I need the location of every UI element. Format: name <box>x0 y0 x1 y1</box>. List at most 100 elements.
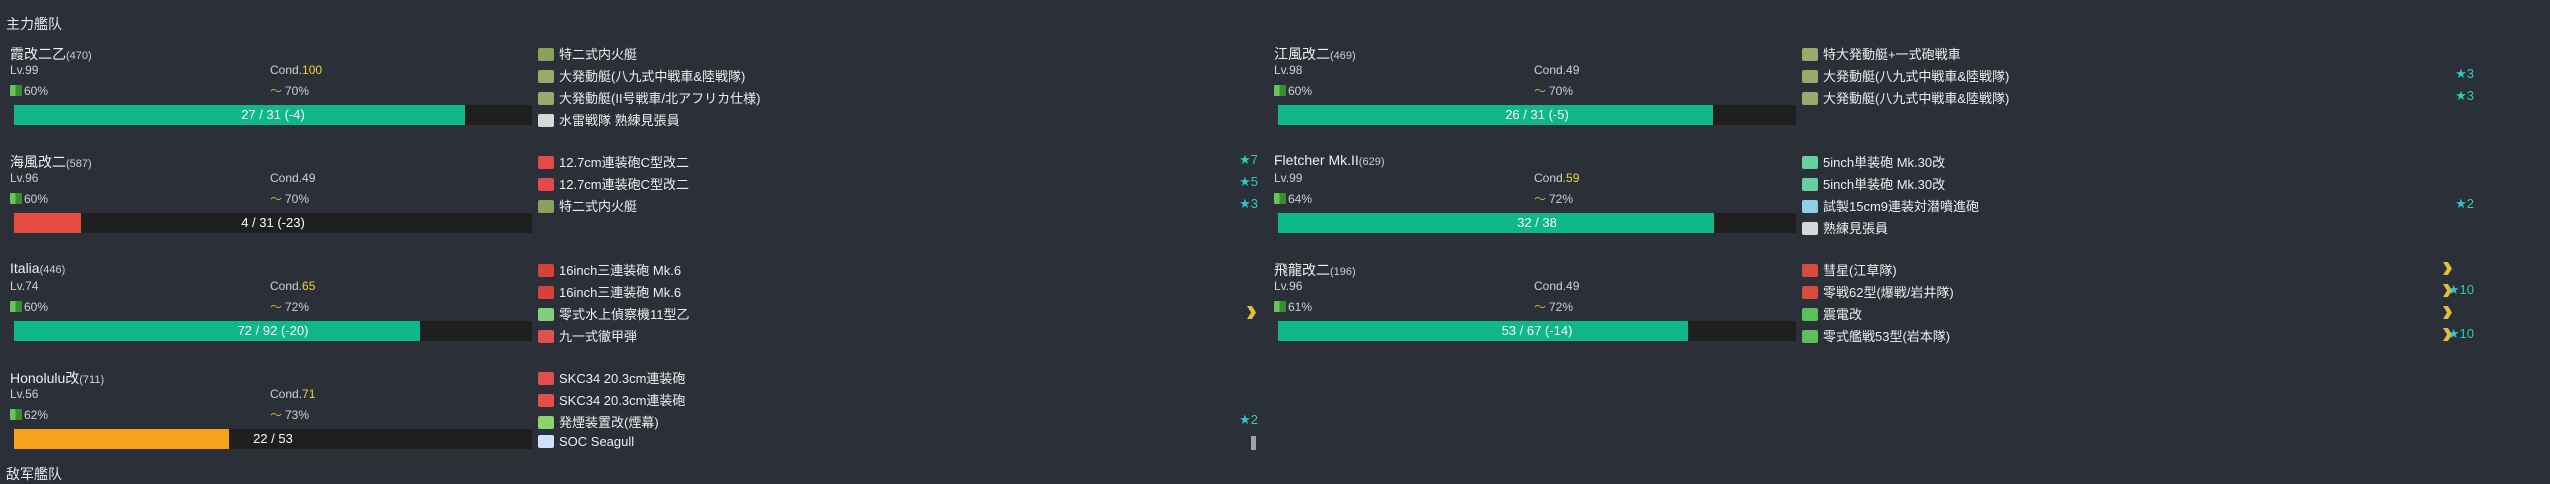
mid-gun-icon <box>538 394 554 407</box>
landing-craft-icon <box>1802 48 1818 61</box>
hp-bar: 26 / 31 (-5) <box>1278 105 1796 125</box>
ammo-icon: 〜 <box>270 300 283 314</box>
ship-level: Lv.96 <box>10 171 39 185</box>
smoke-icon <box>538 416 554 429</box>
ship-fuel: 60% <box>10 192 48 206</box>
equipment-slot[interactable]: 5inch単装砲 Mk.30改 <box>1802 174 2522 194</box>
equipment-slot[interactable]: 特大発動艇+一式砲戦車 <box>1802 44 2522 64</box>
ap-shell-icon <box>538 330 554 343</box>
landing-craft-icon <box>1802 70 1818 83</box>
ship-ammo: 〜 72% <box>270 300 310 314</box>
landing-craft-icon <box>1802 92 1818 105</box>
fighter-bomber-icon <box>1802 286 1818 299</box>
ship-ammo: 〜 72% <box>1534 300 1574 314</box>
ship-name[interactable]: 海風改二(587) <box>10 152 92 172</box>
proficiency-icon <box>2443 306 2452 319</box>
hp-bar: 4 / 31 (-23) <box>14 213 532 233</box>
dive-bomber-icon <box>1802 264 1818 277</box>
ship-fuel: 64% <box>1274 192 1312 206</box>
main-fleet-title: 主力艦队 <box>6 16 62 32</box>
ship-name[interactable]: Italia(446) <box>10 260 65 276</box>
equipment-slot[interactable]: SOC Seagull <box>538 434 1258 454</box>
hp-bar: 72 / 92 (-20) <box>14 321 532 341</box>
equipment-slot[interactable]: 特二式内火艇 ★3 <box>538 196 1258 216</box>
ship-name[interactable]: Honolulu改(711) <box>10 368 104 388</box>
ship-condition: Cond.49 <box>1534 279 1580 293</box>
equipment-slot[interactable]: 震電改 <box>1802 304 2522 324</box>
enemy-fleet-title: 敌军艦队 <box>6 466 62 482</box>
equipment-slot[interactable]: 試製15cm9連装対潜噴進砲 ★2 <box>1802 196 2522 216</box>
hp-bar: 32 / 38 <box>1278 213 1796 233</box>
hp-bar: 53 / 67 (-14) <box>1278 321 1796 341</box>
ship-name[interactable]: Fletcher Mk.II(629) <box>1274 152 1384 168</box>
tank-icon <box>538 200 554 213</box>
equipment-slot[interactable]: 水雷戦隊 熟練見張員 <box>538 110 1258 130</box>
equipment-slot[interactable]: 熟練見張員 <box>1802 218 2522 238</box>
seaplane-icon <box>538 308 554 321</box>
ammo-icon: 〜 <box>270 408 283 422</box>
ship-card: 飛龍改二(196) Lv.96 Cond.49 61% 〜 72% 53 / 67… <box>1264 260 2524 360</box>
fighter-icon <box>1802 308 1818 321</box>
slot-bar <box>1251 436 1256 450</box>
hp-bar: 22 / 53 <box>14 429 532 449</box>
improvement-star: ★3 <box>2455 66 2474 81</box>
ammo-icon: 〜 <box>1534 84 1547 98</box>
mid-gun-icon <box>538 372 554 385</box>
improvement-star: ★3 <box>1239 196 1258 211</box>
equipment-slot[interactable]: 大発動艇(八九式中戦車&陸戦隊) <box>538 66 1258 86</box>
equipment-slot[interactable]: 零式水上偵察機11型乙 <box>538 304 1258 324</box>
small-gun-icon <box>1802 178 1818 191</box>
equipment-slot[interactable]: 零式艦戦53型(岩本隊) ★10 <box>1802 326 2522 346</box>
ammo-icon: 〜 <box>1534 300 1547 314</box>
ship-level: Lv.56 <box>10 387 39 401</box>
equipment-slot[interactable]: 彗星(江草隊) <box>1802 260 2522 280</box>
ship-condition: Cond.71 <box>270 387 316 401</box>
equipment-slot[interactable]: 大発動艇(II号戦車/北アフリカ仕様) <box>538 88 1258 108</box>
improvement-star: ★3 <box>2455 88 2474 103</box>
fuel-icon <box>10 301 22 312</box>
hp-text: 27 / 31 (-4) <box>241 107 305 122</box>
equipment-slot[interactable]: 大発動艇(八九式中戦車&陸戦隊) ★3 <box>1802 88 2522 108</box>
fuel-icon <box>1274 85 1286 96</box>
improvement-star: ★10 <box>2447 282 2474 297</box>
big-gun-icon <box>538 264 554 277</box>
equipment-slot[interactable]: 16inch三連装砲 Mk.6 <box>538 282 1258 302</box>
ship-condition: Cond.59 <box>1534 171 1580 185</box>
ship-name[interactable]: 霞改二乙(470) <box>10 44 92 64</box>
ship-condition: Cond.49 <box>1534 63 1580 77</box>
ammo-icon: 〜 <box>1534 192 1547 206</box>
ship-level: Lv.99 <box>1274 171 1303 185</box>
improvement-star: ★2 <box>1239 412 1258 427</box>
equipment-slot[interactable]: 九一式徹甲弾 <box>538 326 1258 346</box>
ship-name[interactable]: 飛龍改二(196) <box>1274 260 1356 280</box>
equipment-slot[interactable]: SKC34 20.3cm連装砲 <box>538 368 1258 388</box>
improvement-star: ★5 <box>1239 174 1258 189</box>
equipment-slot[interactable]: 特二式内火艇 <box>538 44 1258 64</box>
ship-card: 海風改二(587) Lv.96 Cond.49 60% 〜 70% 4 / 31 … <box>0 152 1260 252</box>
improvement-star: ★10 <box>2447 326 2474 341</box>
equipment-slot[interactable]: 発煙装置改(煙幕) ★2 <box>538 412 1258 432</box>
ship-fuel: 60% <box>10 300 48 314</box>
proficiency-icon <box>1247 306 1256 319</box>
equipment-slot[interactable]: 5inch単装砲 Mk.30改 <box>1802 152 2522 172</box>
equipment-slot[interactable]: 零戦62型(爆戦/岩井隊) ★10 <box>1802 282 2522 302</box>
equipment-slot[interactable]: SKC34 20.3cm連装砲 <box>538 390 1258 410</box>
proficiency-icon <box>2443 262 2452 275</box>
ammo-icon: 〜 <box>270 192 283 206</box>
ship-name[interactable]: 江風改二(469) <box>1274 44 1356 64</box>
equipment-slot[interactable]: 大発動艇(八九式中戦車&陸戦隊) ★3 <box>1802 66 2522 86</box>
ship-ammo: 〜 70% <box>270 84 310 98</box>
ship-card: 江風改二(469) Lv.98 Cond.49 60% 〜 70% 26 / 31… <box>1264 44 2524 144</box>
ship-fuel: 60% <box>1274 84 1312 98</box>
equipment-slot[interactable]: 12.7cm連装砲C型改二 ★5 <box>538 174 1258 194</box>
ship-condition: Cond.49 <box>270 171 316 185</box>
fuel-icon <box>10 409 22 420</box>
small-gun-icon <box>1802 156 1818 169</box>
ship-fuel: 61% <box>1274 300 1312 314</box>
equipment-slot[interactable]: 16inch三連装砲 Mk.6 <box>538 260 1258 280</box>
ship-card: Honolulu改(711) Lv.56 Cond.71 62% 〜 73% 22… <box>0 368 1260 468</box>
ship-fuel: 62% <box>10 408 48 422</box>
ship-condition: Cond.100 <box>270 63 323 77</box>
equipment-slot[interactable]: 12.7cm連装砲C型改二 ★7 <box>538 152 1258 172</box>
ship-ammo: 〜 70% <box>1534 84 1574 98</box>
